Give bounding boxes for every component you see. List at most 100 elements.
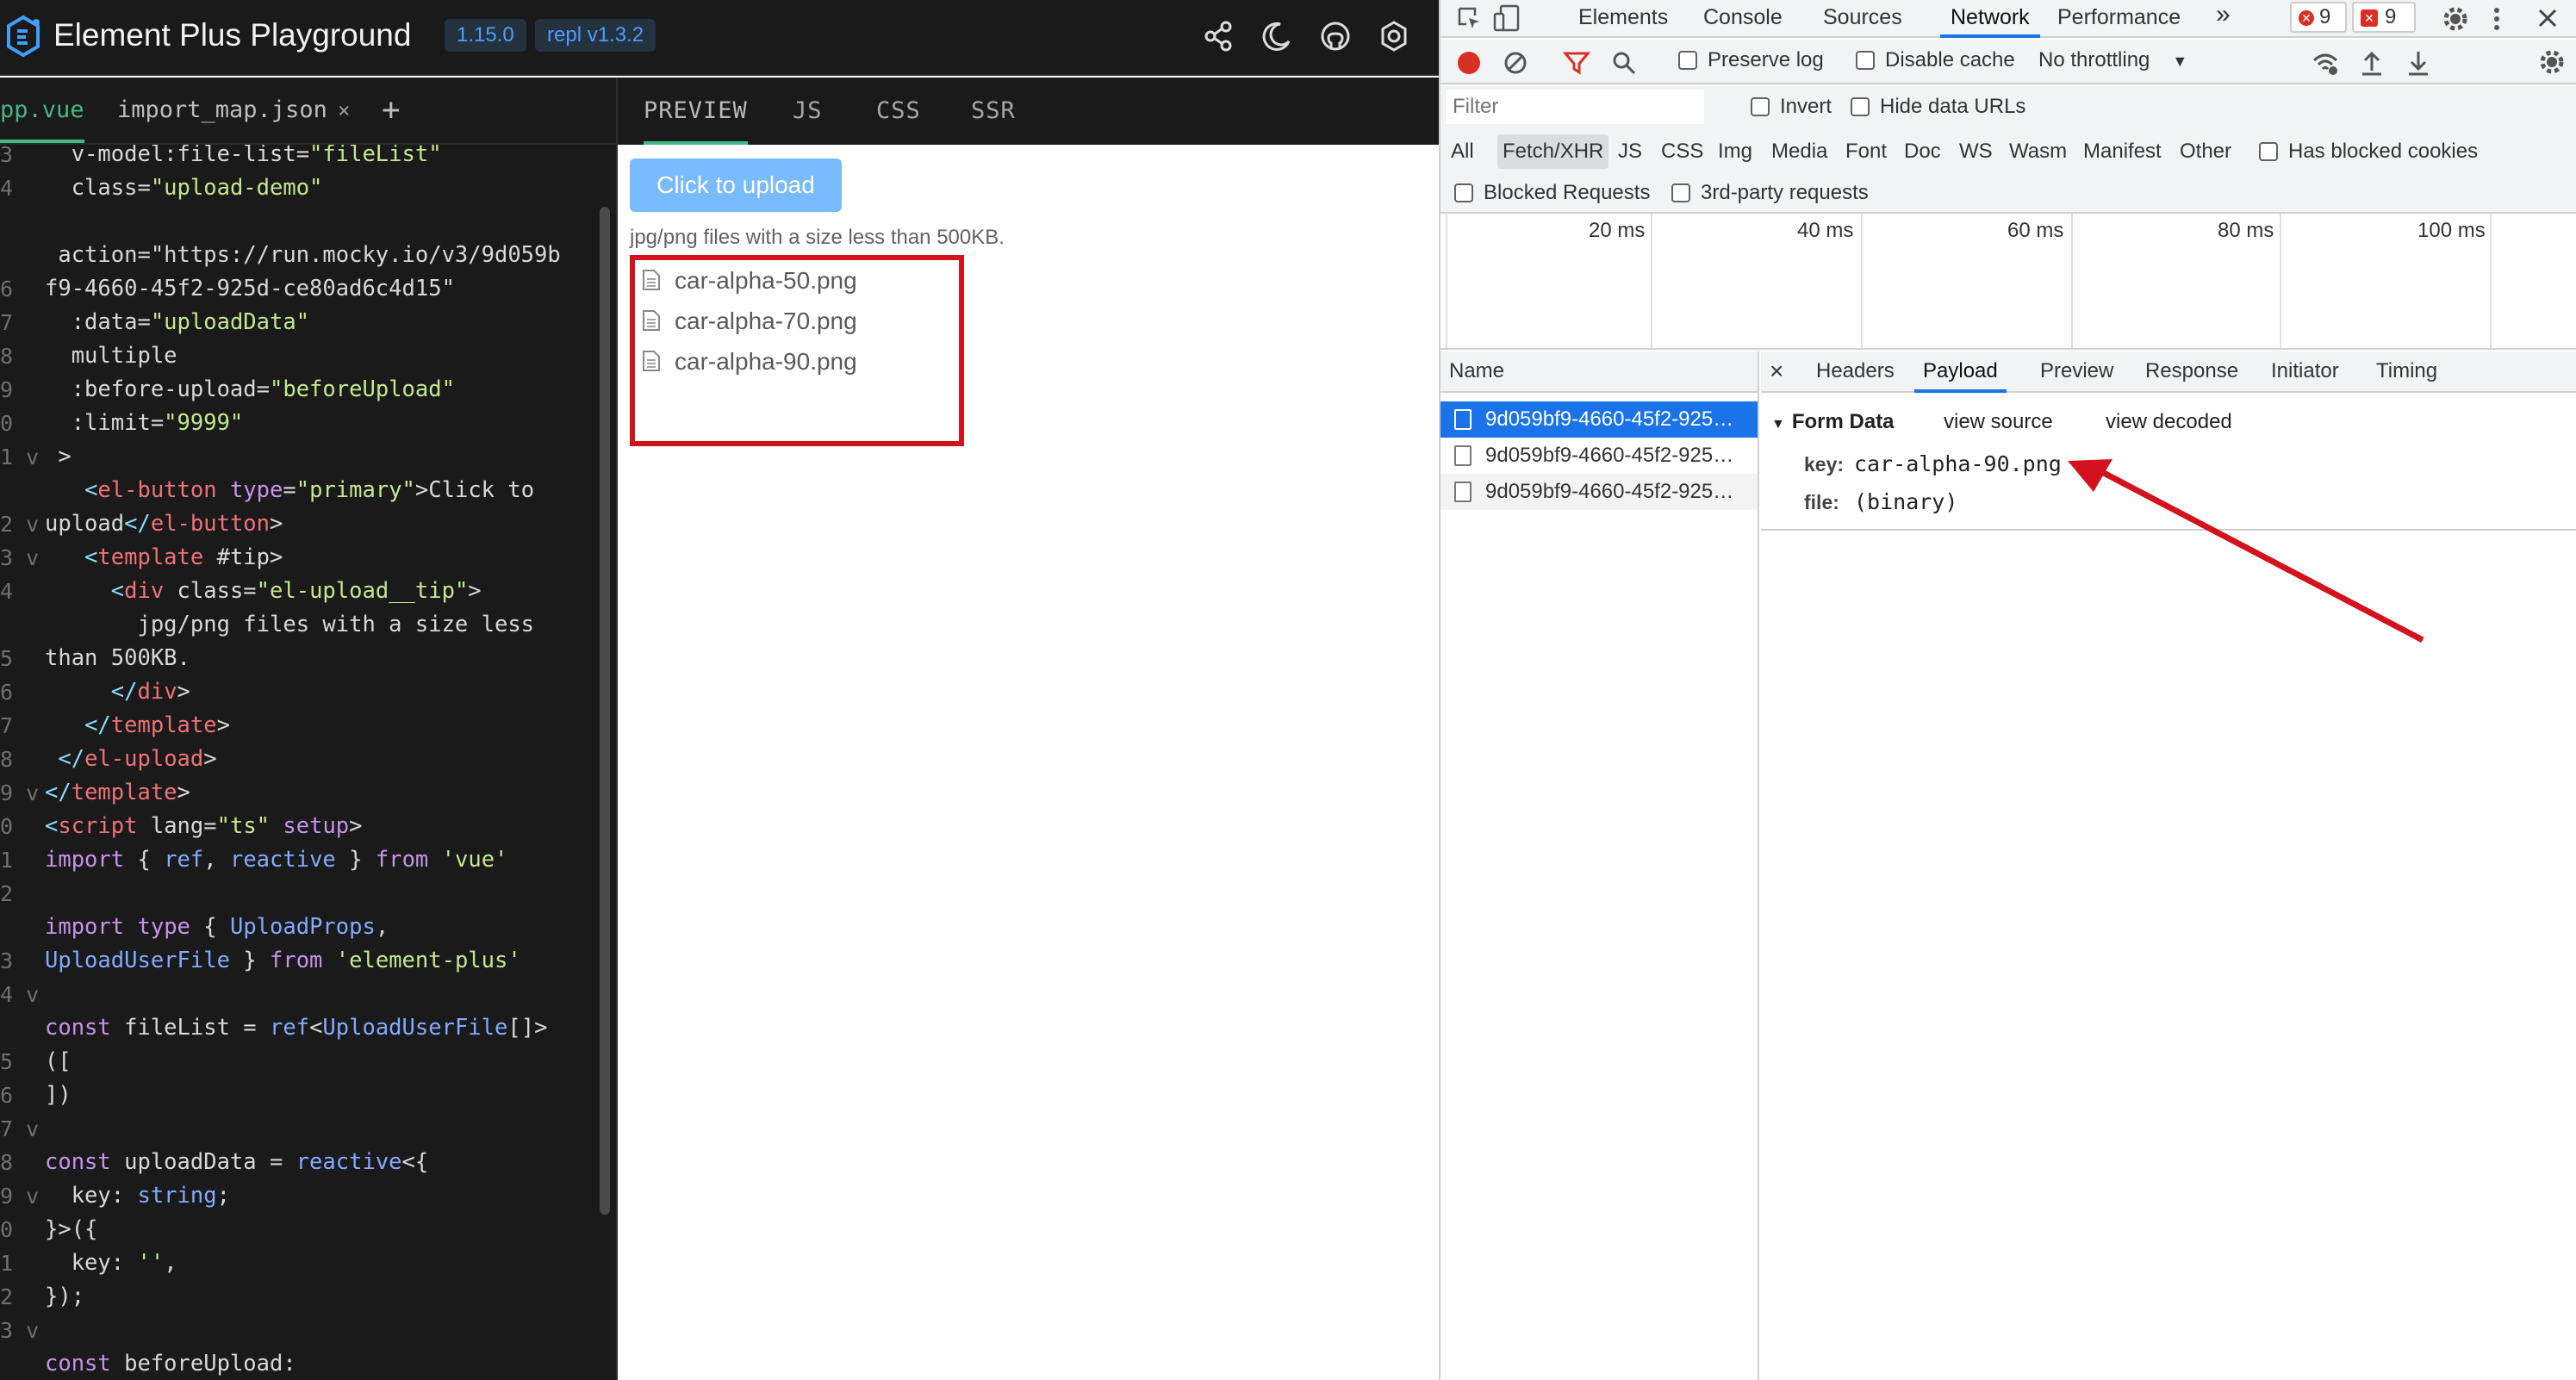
tab-preview[interactable]: PREVIEW — [644, 78, 748, 145]
network-settings-icon[interactable] — [2536, 47, 2567, 78]
filter-type-other[interactable]: Other — [2180, 134, 2231, 169]
more-options-icon[interactable] — [2488, 3, 2505, 34]
upload-file-item[interactable]: car-alpha-70.png — [642, 304, 857, 339]
share-icon[interactable] — [1199, 17, 1237, 55]
code-line[interactable]: > — [45, 440, 579, 474]
repl-version-badge[interactable]: repl v1.3.2 — [535, 19, 656, 52]
code-line[interactable]: <div class="el-upload__tip"> — [45, 575, 579, 608]
request-row[interactable]: 9d059bf9-4660-45f2-925… — [1440, 474, 1758, 510]
file-tab-app-vue[interactable]: pp.vue — [0, 78, 84, 143]
add-file-button[interactable]: + — [382, 78, 401, 143]
preserve-log-checkbox[interactable]: Preserve log — [1678, 48, 1824, 72]
filter-type-doc[interactable]: Doc — [1904, 134, 1941, 169]
code-line[interactable]: jpg/png files with a size less — [45, 608, 579, 642]
checkbox-box[interactable] — [1454, 183, 1473, 202]
code-line[interactable]: }); — [45, 1280, 579, 1314]
code-line[interactable]: </template> — [45, 709, 579, 743]
code-line[interactable]: v-model:file-list="fileList" — [45, 145, 579, 171]
filter-type-media[interactable]: Media — [1771, 134, 1827, 169]
request-row[interactable]: 9d059bf9-4660-45f2-925… — [1440, 438, 1758, 474]
view-source-link[interactable]: view source — [1944, 410, 2053, 434]
code-line[interactable]: const fileList = ref<UploadUserFile[]> — [45, 1011, 579, 1045]
code-line[interactable]: upload</el-button> — [45, 507, 579, 541]
code-line[interactable]: import type { UploadProps, — [45, 911, 579, 944]
code-line[interactable]: import { ref, reactive } from 'vue' — [45, 843, 579, 877]
detail-tab-response[interactable]: Response — [2145, 351, 2238, 393]
detail-tab-initiator[interactable]: Initiator — [2271, 351, 2339, 393]
filter-type-fetch-xhr[interactable]: Fetch/XHR — [1497, 134, 1609, 169]
detail-tab-payload[interactable]: Payload — [1914, 351, 2007, 393]
code-line[interactable]: <el-button type="primary">Click to — [45, 474, 579, 507]
record-icon[interactable] — [1456, 50, 1482, 76]
filter-funnel-icon[interactable] — [1563, 50, 1590, 76]
invert-checkbox[interactable]: Invert — [1751, 95, 1832, 119]
code-line[interactable]: ([ — [45, 1045, 579, 1079]
network-timeline-overview[interactable]: 20 ms 40 ms 60 ms 80 ms 100 ms — [1440, 214, 2576, 350]
third-party-requests-checkbox[interactable]: 3rd-party requests — [1671, 181, 1869, 205]
filter-type-manifest[interactable]: Manifest — [2083, 134, 2162, 169]
filter-type-ws[interactable]: WS — [1959, 134, 1993, 169]
code-line[interactable]: const beforeUpload: — [45, 1347, 579, 1380]
filter-input[interactable] — [1446, 90, 1704, 124]
code-line[interactable]: </div> — [45, 675, 579, 709]
upload-file-item[interactable]: car-alpha-50.png — [642, 264, 857, 298]
devtools-settings-icon[interactable] — [2440, 3, 2471, 34]
code-line[interactable]: class="upload-demo" — [45, 171, 579, 205]
checkbox-box[interactable] — [1851, 97, 1870, 116]
close-detail-icon[interactable]: × — [1770, 351, 1783, 393]
code-line[interactable]: :before-upload="beforeUpload" — [45, 373, 579, 407]
checkbox-box[interactable] — [1751, 97, 1770, 116]
element-plus-version-badge[interactable]: 1.15.0 — [445, 19, 526, 52]
devtools-tab-performance[interactable]: Performance — [2057, 0, 2181, 38]
checkbox-box[interactable] — [1678, 51, 1697, 70]
devtools-tab-network[interactable]: Network — [1940, 0, 2040, 38]
import-har-icon[interactable] — [2359, 48, 2385, 78]
inspect-element-icon[interactable] — [1456, 5, 1484, 33]
code-line[interactable]: }>({ — [45, 1213, 579, 1246]
upload-button[interactable]: Click to upload — [630, 159, 842, 212]
code-editor[interactable]: 3 4 6 7 8 9 0 1 v 2 v 3 v 4 5 6 7 8 9 v 0 1 2 3 4 v 5 6 7 v 8 9 v… — [0, 145, 616, 1380]
has-blocked-cookies-checkbox[interactable]: Has blocked cookies — [2259, 140, 2478, 164]
close-tab-icon[interactable]: × — [338, 78, 350, 143]
checkbox-box[interactable] — [2259, 142, 2278, 161]
code-line[interactable]: UploadUserFile } from 'element-plus' — [45, 944, 579, 978]
detail-tab-timing[interactable]: Timing — [2376, 351, 2437, 393]
editor-scrollbar[interactable] — [600, 207, 610, 1215]
devtools-tab-sources[interactable]: Sources — [1823, 0, 1902, 38]
code-line[interactable]: multiple — [45, 339, 579, 373]
code-line[interactable]: f9-4660-45f2-925d-ce80ad6c4d15" — [45, 272, 579, 306]
filter-type-wasm[interactable]: Wasm — [2009, 134, 2067, 169]
device-toolbar-icon[interactable] — [1492, 3, 1521, 33]
code-line[interactable]: action="https://run.mocky.io/v3/9d059b — [45, 239, 579, 272]
detail-tab-preview[interactable]: Preview — [2040, 351, 2113, 393]
code-line[interactable]: key: string; — [45, 1179, 579, 1213]
code-line[interactable]: <script lang="ts" setup> — [45, 810, 579, 843]
clear-icon[interactable] — [1503, 50, 1528, 76]
issue-count-badge[interactable]: ✕ 9 — [2352, 2, 2416, 33]
more-tabs-icon[interactable]: » — [2216, 0, 2231, 35]
devtools-tab-console[interactable]: Console — [1703, 0, 1783, 38]
code-line[interactable]: :data="uploadData" — [45, 306, 579, 339]
filter-type-img[interactable]: Img — [1718, 134, 1752, 169]
filter-type-js[interactable]: JS — [1618, 134, 1642, 169]
name-column-header[interactable]: Name — [1440, 351, 1758, 393]
close-devtools-icon[interactable] — [2535, 5, 2560, 31]
network-conditions-icon[interactable] — [2311, 48, 2340, 78]
export-har-icon[interactable] — [2405, 48, 2431, 78]
devtools-tab-elements[interactable]: Elements — [1578, 0, 1668, 38]
hide-data-urls-checkbox[interactable]: Hide data URLs — [1851, 95, 2025, 119]
request-row[interactable]: 9d059bf9-4660-45f2-925… — [1440, 401, 1758, 438]
code-line[interactable]: </template> — [45, 776, 579, 810]
filter-type-all[interactable]: All — [1451, 134, 1474, 169]
throttling-select[interactable]: No throttling ▼ — [2038, 48, 2187, 72]
code-line[interactable]: than 500KB. — [45, 642, 579, 675]
filter-type-font[interactable]: Font — [1845, 134, 1887, 169]
github-icon[interactable] — [1316, 17, 1354, 55]
detail-tab-headers[interactable]: Headers — [1816, 351, 1895, 393]
code-line[interactable]: const uploadData = reactive<{ — [45, 1146, 579, 1179]
filter-type-css[interactable]: CSS — [1661, 134, 1703, 169]
error-count-badge[interactable]: ✕ 9 — [2290, 2, 2347, 33]
dark-mode-icon[interactable] — [1258, 17, 1296, 55]
tab-ssr[interactable]: SSR — [971, 78, 1016, 145]
code-line[interactable]: <template #tip> — [45, 541, 579, 575]
